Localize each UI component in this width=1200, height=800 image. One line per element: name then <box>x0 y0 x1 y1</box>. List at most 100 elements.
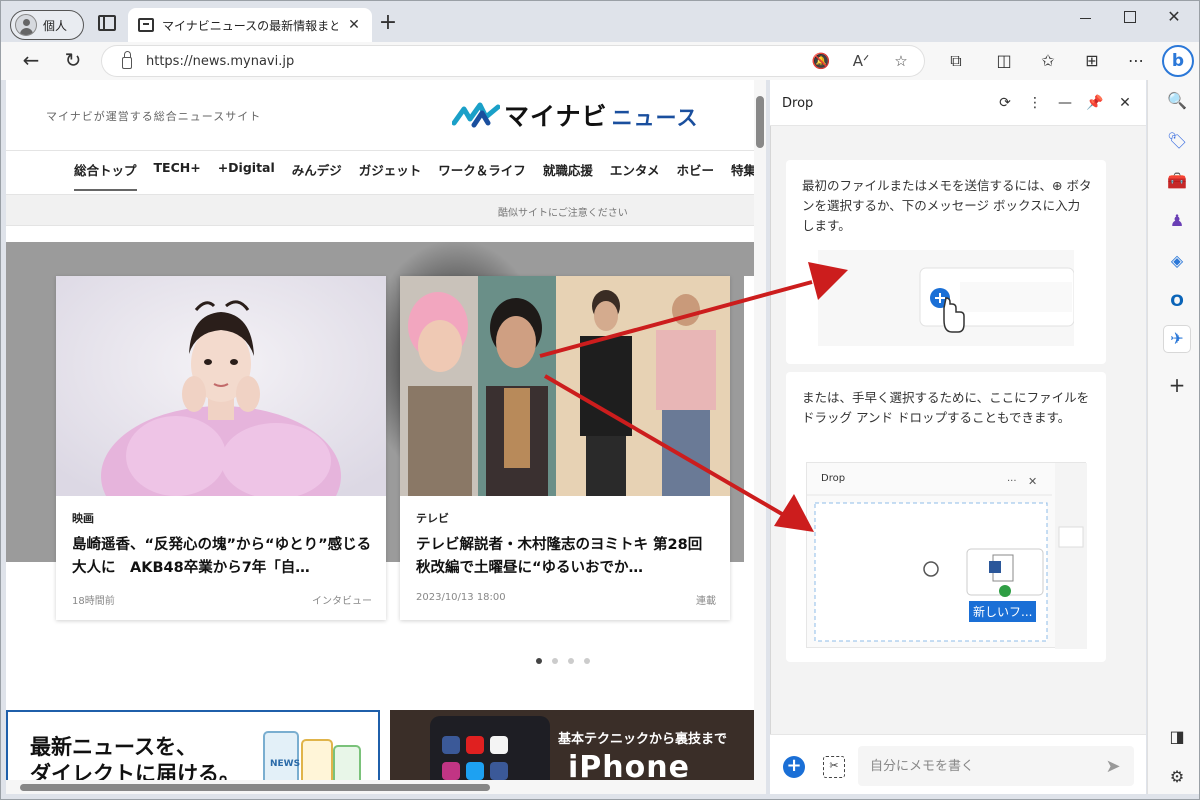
avatar-icon <box>15 14 37 36</box>
tab-favicon-icon <box>138 18 154 32</box>
nav-item-entame[interactable]: エンタメ <box>610 160 660 191</box>
drop-hint-text: または、手早く選択するために、ここにファイルをドラッグ アンド ドロップすること… <box>802 390 1090 425</box>
outlook-icon[interactable]: O <box>1164 288 1190 314</box>
article-card[interactable]: 映画 島崎遥香、“反発心の塊”から“ゆとり”感じる大人に AKB48卒業から7年… <box>56 276 386 620</box>
article-image <box>400 276 730 496</box>
notice-text[interactable]: 酷似サイトにご注意ください <box>498 204 628 219</box>
tab-title: マイナビニュースの最新情報まとめ - エ <box>162 18 338 33</box>
carousel-dot[interactable] <box>568 658 574 664</box>
svg-text:NEWS: NEWS <box>270 759 300 769</box>
more-menu-icon[interactable]: ⋯ <box>1124 50 1148 72</box>
site-logo[interactable]: マイナビ ニュース <box>452 98 698 132</box>
maximize-button[interactable] <box>1110 6 1150 30</box>
new-tab-icon[interactable]: + <box>376 12 400 36</box>
promo-subtitle: 基本テクニックから裏技まで <box>558 732 728 747</box>
horizontal-scroll-thumb[interactable] <box>20 784 490 791</box>
vertical-scrollbar[interactable] <box>754 80 766 780</box>
vertical-scroll-thumb[interactable] <box>756 96 764 148</box>
lock-icon[interactable] <box>122 51 132 69</box>
collections-icon[interactable]: ⊞ <box>1080 50 1104 72</box>
nav-item-mindeji[interactable]: みんデジ <box>292 160 342 191</box>
nav-item-digital[interactable]: +Digital <box>218 160 275 191</box>
search-icon[interactable]: 🔍 <box>1164 88 1190 114</box>
refresh-icon[interactable]: ↻ <box>60 50 86 72</box>
divider <box>6 150 754 151</box>
drop-hint-text: 最初のファイルまたはメモを送信するには、⊕ ボタンを選択するか、下のメッセージ … <box>802 178 1092 233</box>
shopping-tag-icon[interactable]: 🏷 <box>1164 128 1190 154</box>
promo-text: 最新ニュースを、 ダイレクトに届ける。 <box>30 734 240 780</box>
article-title[interactable]: 島崎遥香、“反発心の塊”から“ゆとり”感じる大人に AKB48卒業から7年「自… <box>72 534 372 580</box>
extensions-icon[interactable]: ⧉ <box>944 50 968 72</box>
dragged-file-label: 新しいフ... <box>969 601 1037 622</box>
tools-icon[interactable]: 🧰 <box>1164 168 1190 194</box>
drop-icon[interactable]: ✈ <box>1164 326 1190 352</box>
sync-icon[interactable]: ⟳ <box>994 92 1016 114</box>
carousel-dot[interactable] <box>584 658 590 664</box>
notice-bar <box>6 194 754 226</box>
vertical-tabs-icon[interactable] <box>98 15 116 31</box>
article-category: 映画 <box>72 512 94 525</box>
site-tagline: マイナビが運営する総合ニュースサイト <box>46 110 262 123</box>
memo-input[interactable] <box>858 746 1134 786</box>
web-page: マイナビが運営する総合ニュースサイト マイナビ ニュース 総合トップ TECH+… <box>6 80 754 780</box>
promo-line1: 最新ニュースを、 <box>30 735 197 759</box>
pin-icon[interactable]: 📌 <box>1084 92 1106 114</box>
article-card-partial[interactable] <box>744 276 754 620</box>
notifications-off-icon[interactable]: 🔕 <box>810 50 832 72</box>
logo-text: マイナビ <box>504 102 608 131</box>
tab-close-icon[interactable]: ✕ <box>346 17 362 33</box>
nav-item-hobby[interactable]: ホビー <box>676 160 714 191</box>
hide-sidebar-icon[interactable]: ◨ <box>1164 724 1190 750</box>
close-panel-icon[interactable]: ✕ <box>1114 92 1136 114</box>
microsoft365-icon[interactable]: ◈ <box>1164 248 1190 274</box>
screenshot-icon[interactable]: ✂ <box>823 756 845 778</box>
profile-label: 個人 <box>43 18 68 33</box>
split-screen-icon[interactable]: ◫ <box>992 50 1016 72</box>
add-sidebar-app-icon[interactable]: + <box>1164 372 1190 398</box>
sidebar-settings-gear-icon[interactable]: ⚙ <box>1164 764 1190 790</box>
bing-copilot-icon[interactable]: b <box>1162 45 1194 77</box>
nav-item-feature[interactable]: 特集 <box>731 160 754 191</box>
promo-line2: ダイレクトに届ける。 <box>30 762 240 780</box>
send-icon[interactable]: ➤ <box>1102 756 1124 778</box>
back-arrow-icon[interactable]: ← <box>18 50 44 72</box>
nav-item-gadget[interactable]: ガジェット <box>359 160 422 191</box>
more-options-icon[interactable]: ⋮ <box>1024 92 1046 114</box>
article-title[interactable]: テレビ解説者・木村隆志のヨミトキ 第28回 秋改編で土曜昼に“ゆるいおでか… <box>416 534 716 580</box>
drop-hint-card: 最初のファイルまたはメモを送信するには、⊕ ボタンを選択するか、下のメッセージ … <box>786 160 1106 364</box>
carousel-dots <box>536 658 590 664</box>
carousel-dot[interactable] <box>536 658 542 664</box>
url-text: https://news.mynavi.jp <box>146 53 295 69</box>
profile-button[interactable]: 個人 <box>10 10 84 40</box>
games-icon[interactable]: ♟ <box>1164 208 1190 234</box>
logo-text-news: ニュース <box>611 106 699 130</box>
tab-active[interactable]: マイナビニュースの最新情報まとめ - エ ✕ <box>128 8 372 42</box>
minimize-button[interactable] <box>1066 6 1106 30</box>
svg-text:···: ··· <box>1007 476 1017 487</box>
add-file-icon[interactable]: + <box>783 756 805 778</box>
nav-item-top[interactable]: 総合トップ <box>74 160 137 191</box>
promo-title: iPhone <box>568 750 690 780</box>
nav-item-worklife[interactable]: ワーク＆ライフ <box>438 160 526 191</box>
article-card[interactable]: テレビ テレビ解説者・木村隆志のヨミトキ 第28回 秋改編で土曜昼に“ゆるいおで… <box>400 276 730 620</box>
promo-banner-news[interactable]: 最新ニュースを、 ダイレクトに届ける。 NEWS <box>6 710 380 780</box>
favorites-icon[interactable]: ✩ <box>1036 50 1060 72</box>
phone-apps-illustration-icon <box>430 716 550 780</box>
close-window-button[interactable]: ✕ <box>1154 6 1194 30</box>
nav-item-career[interactable]: 就職応援 <box>543 160 593 191</box>
address-bar[interactable]: https://news.mynavi.jp <box>102 46 924 76</box>
site-nav: 総合トップ TECH+ +Digital みんデジ ガジェット ワーク＆ライフ … <box>74 160 754 191</box>
read-aloud-icon[interactable]: Aᐟ <box>850 50 872 72</box>
minimize-panel-icon[interactable]: — <box>1054 92 1076 114</box>
drag-drop-illustration: Drop ··· ✕ 新しいフ... <box>806 462 1087 649</box>
article-category: テレビ <box>416 512 449 525</box>
article-tag: インタビュー <box>312 596 372 607</box>
svg-text:✕: ✕ <box>1028 475 1037 488</box>
nav-item-tech[interactable]: TECH+ <box>154 160 201 191</box>
carousel-dot[interactable] <box>552 658 558 664</box>
favorite-star-icon[interactable]: ☆ <box>890 50 912 72</box>
promo-banner-iphone[interactable]: 基本テクニックから裏技まで iPhone <box>390 710 754 780</box>
drop-title: Drop <box>782 96 814 111</box>
phone-illustration-icon: NEWS <box>263 731 361 780</box>
article-tag: 連載 <box>696 596 716 607</box>
